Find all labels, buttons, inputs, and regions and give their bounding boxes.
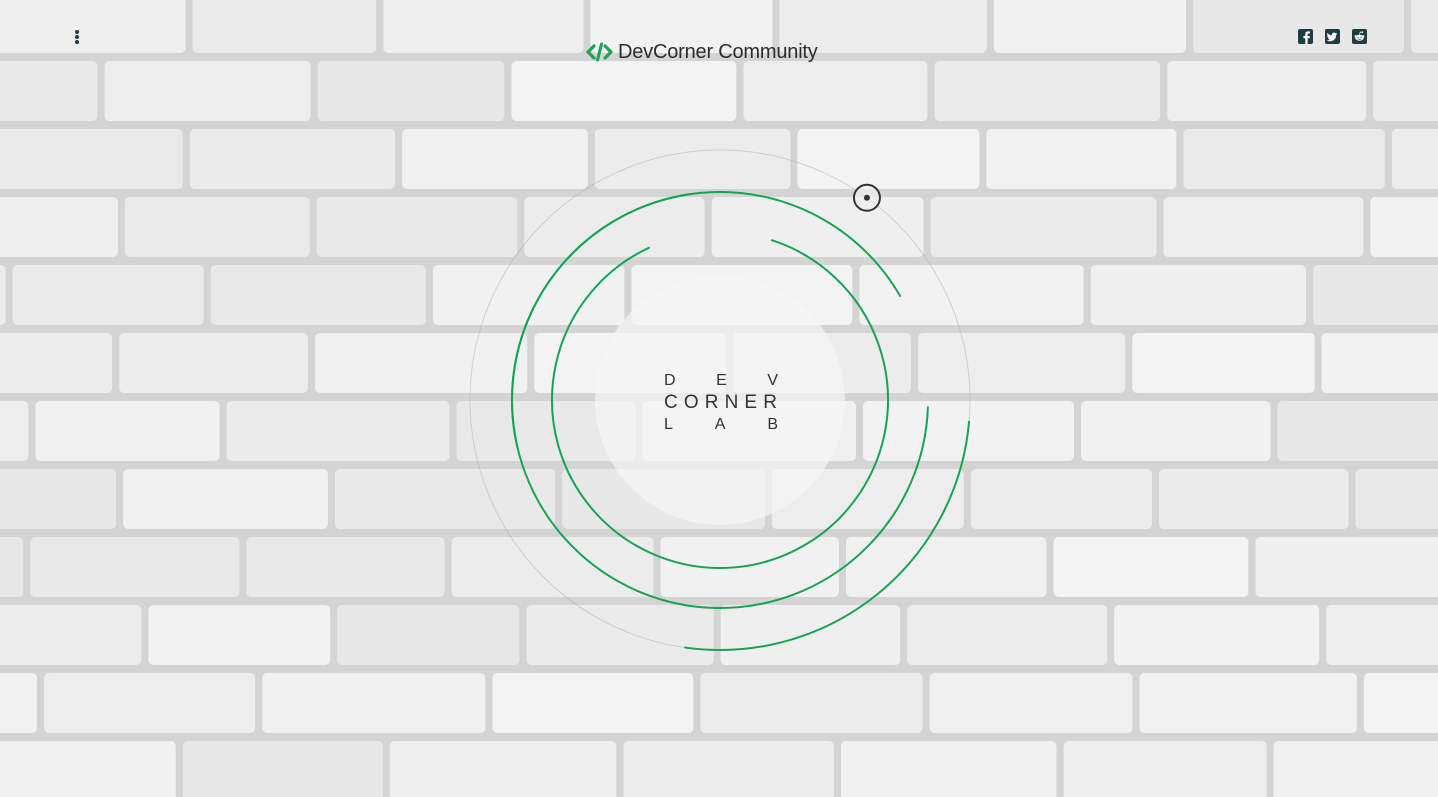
brick [0,265,6,325]
brick [1081,401,1271,461]
brick [0,61,98,121]
brick [623,741,835,797]
brand-link[interactable]: DevCorner Community [586,38,818,66]
brick [993,0,1187,53]
brick [841,741,1057,797]
logo-letter: R [704,392,720,413]
logo-letter: E [744,392,759,413]
brick [148,605,331,665]
logo-letter: A [714,416,726,433]
brick [1370,197,1438,257]
brick [119,333,308,393]
menu-button[interactable] [66,24,88,50]
menu-dot [75,30,79,34]
brick [1277,401,1438,461]
brick [0,333,113,393]
code-brackets-icon [586,42,613,62]
brick [1255,537,1438,597]
brick [12,265,204,325]
brick [123,469,328,529]
brick [0,741,176,797]
logo-letter: C [664,392,679,413]
brick [0,605,142,665]
reddit-icon[interactable] [1352,29,1367,44]
brick [1183,129,1385,189]
brick [383,0,584,53]
logo-letter: R [763,392,778,413]
brick [1158,469,1349,529]
brick [44,673,256,733]
target-dot-icon [852,183,881,212]
logo-letter: N [724,392,740,413]
logo-line-lab: L A B [664,414,778,436]
brick [1063,741,1267,797]
brick [1167,61,1367,121]
brick [0,537,24,597]
dev-corner-lab-logo: D E V C O R N E R L A B [664,370,778,436]
facebook-icon[interactable] [1298,29,1313,44]
brick [0,129,183,189]
brick [1139,673,1357,733]
logo-letter: D [664,372,676,389]
brick [124,197,310,257]
brick [1273,741,1438,797]
brick [182,741,383,797]
brick [104,61,311,121]
brick [1391,129,1438,189]
brick [1193,0,1404,53]
brick [0,401,29,461]
logo-letter: E [716,372,727,389]
brick [226,401,450,461]
logo-letter: B [767,416,778,433]
brick [0,0,186,53]
brick [0,673,38,733]
brick [1373,61,1438,121]
menu-dot [75,35,79,39]
brick [1363,673,1438,733]
brand-name: DevCorner Community [618,40,818,63]
brick [0,197,118,257]
brick [1321,333,1438,393]
brick [246,537,445,597]
brick [35,401,220,461]
brick [210,265,426,325]
logo-line-dev: D E V [664,370,778,392]
twitter-icon[interactable] [1325,29,1340,44]
brick [1313,265,1438,325]
brick [189,129,396,189]
brick [1114,605,1320,665]
brick [1355,469,1438,529]
brick [0,469,117,529]
logo-letter: O [683,392,700,413]
brick [192,0,377,53]
brick [389,741,617,797]
brick [1090,265,1307,325]
menu-dot [75,40,79,44]
brick [1163,197,1364,257]
logo-letter: L [664,416,673,433]
brick [1053,537,1249,597]
logo-line-corner: C O R N E R [664,392,778,414]
brick [1132,333,1315,393]
brick [30,537,240,597]
logo-letter: V [767,372,778,389]
brick [1326,605,1438,665]
brick [1410,0,1438,53]
